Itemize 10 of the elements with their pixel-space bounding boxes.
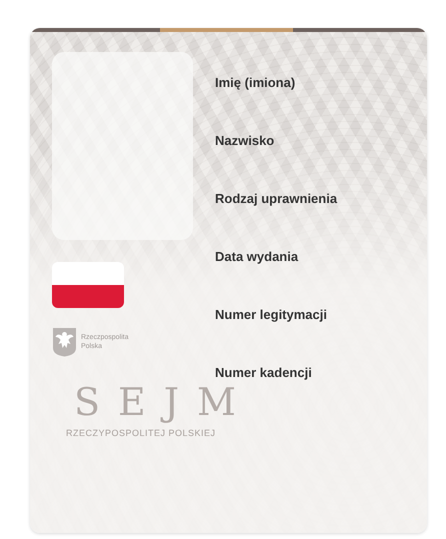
field-label: Data wydania	[215, 249, 300, 266]
field-label: Numer kadencji	[215, 365, 313, 382]
flag-icon	[52, 262, 124, 308]
field-label: Nazwisko	[215, 133, 276, 150]
watermark-subtitle: RZECZYPOSPOLITEJ POLSKIEJ	[66, 427, 216, 439]
field-label: Imię (imiona)	[215, 75, 296, 92]
watermark-title: SEJM	[74, 381, 254, 423]
field-label: Numer legitymacji	[215, 307, 328, 324]
eagle-icon	[52, 327, 77, 357]
field-label: Rodzaj uprawnienia	[215, 191, 338, 208]
